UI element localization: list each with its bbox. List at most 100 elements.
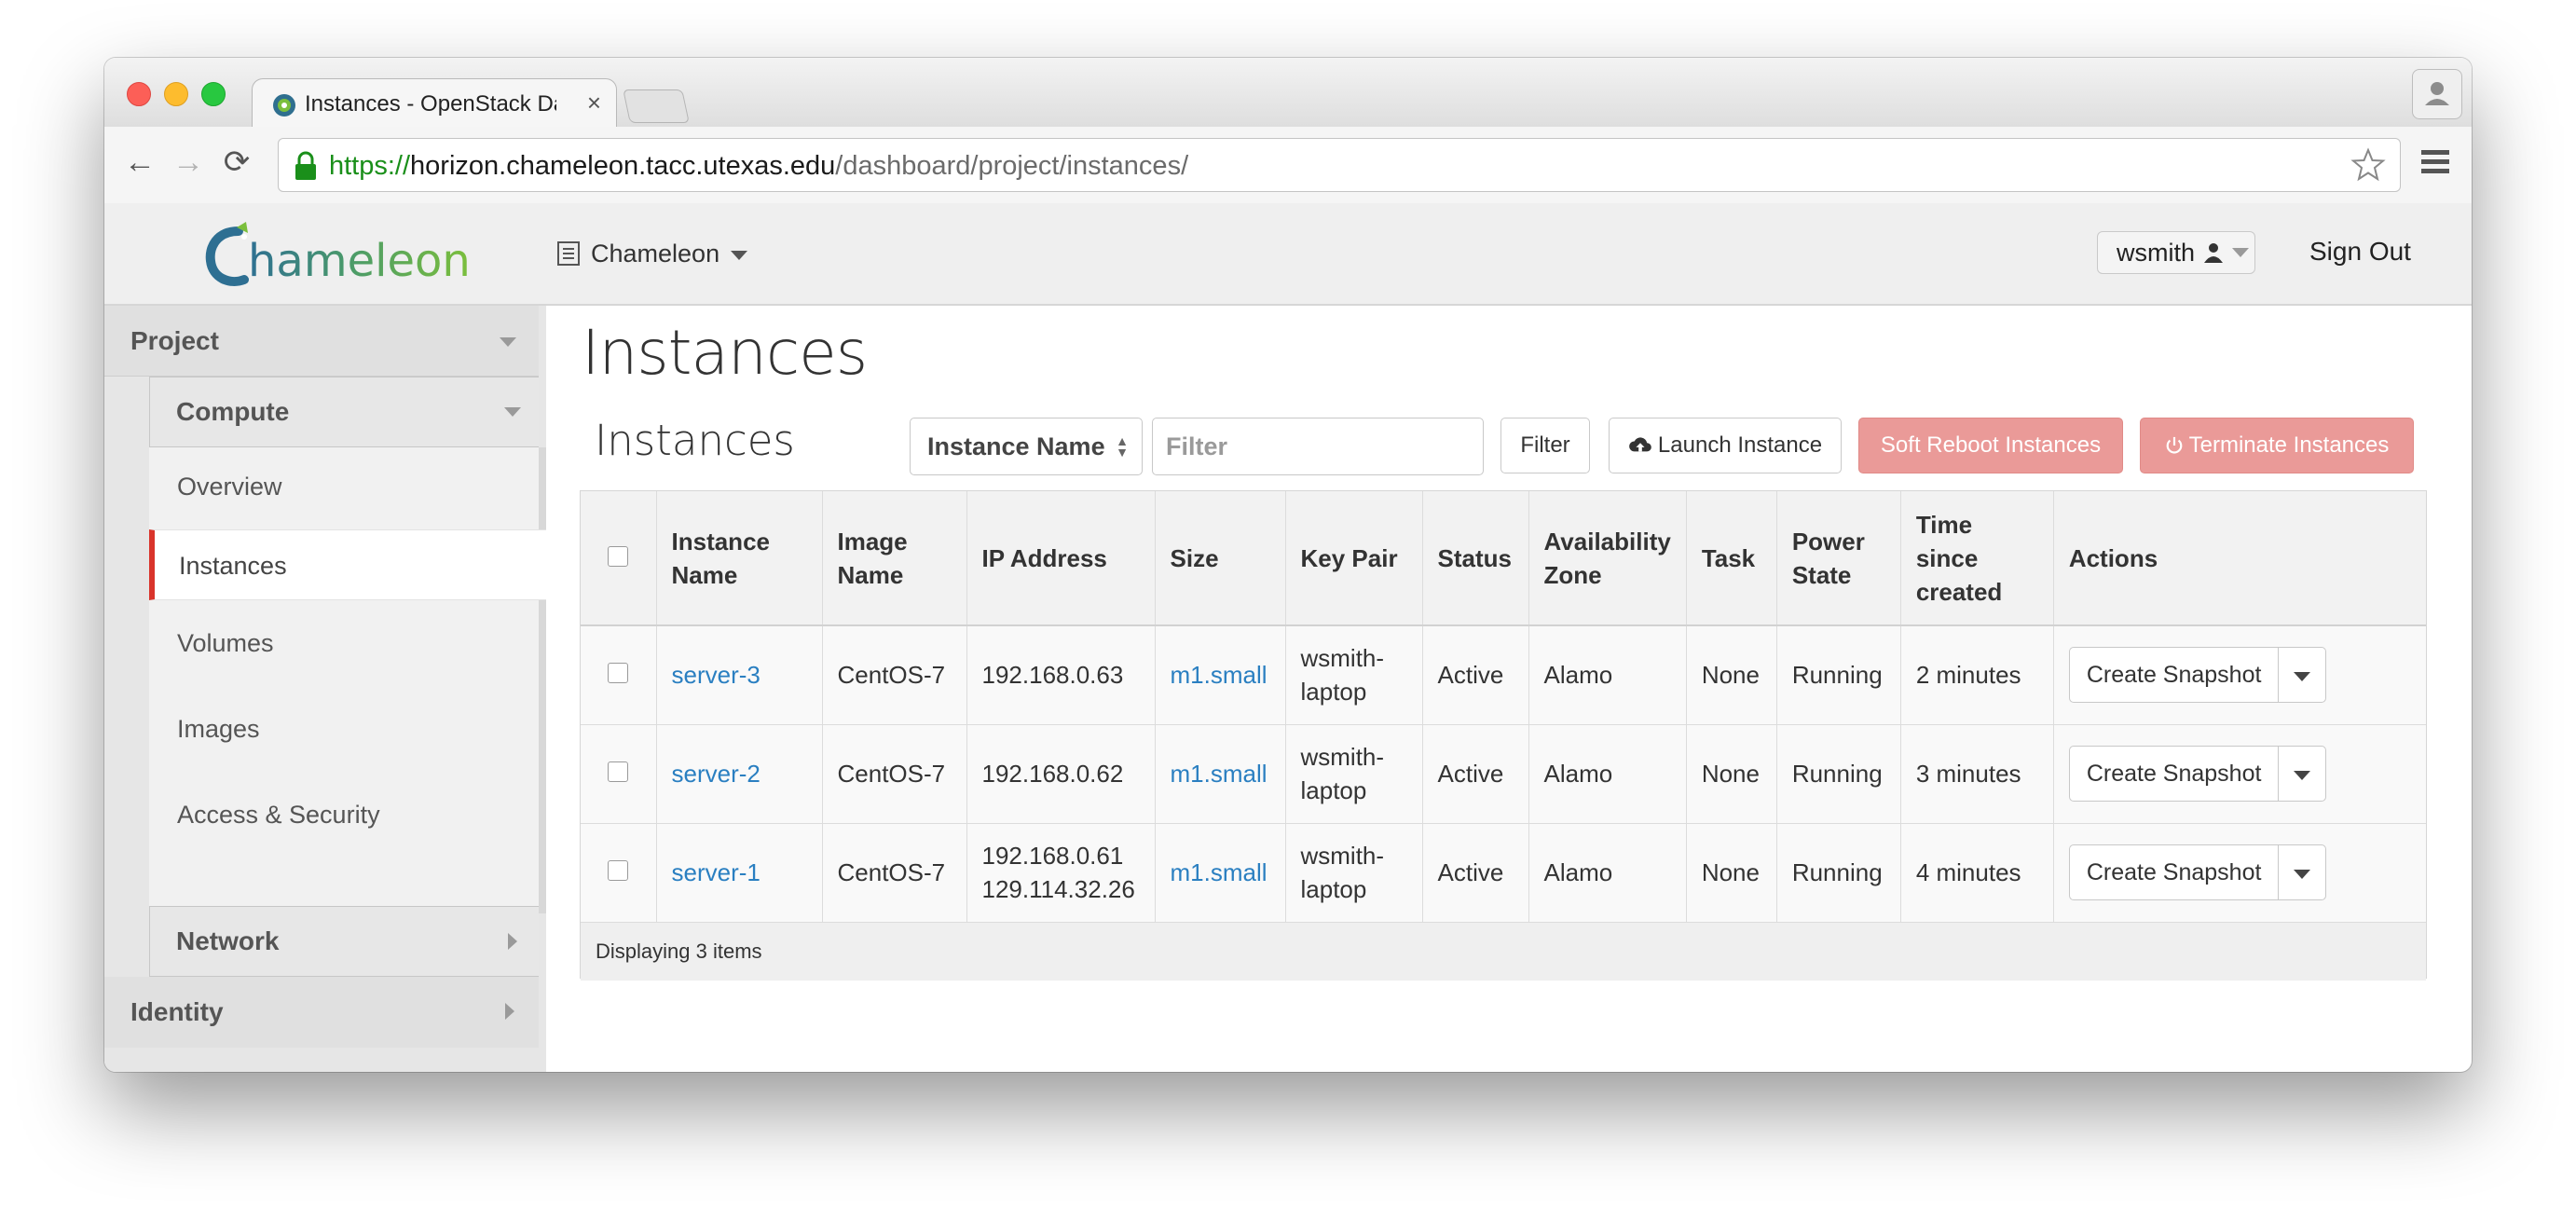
- sidebar-item-instances[interactable]: Instances: [149, 529, 546, 600]
- filter-input[interactable]: [1152, 418, 1484, 475]
- ip-address-cell: 192.168.0.61 129.114.32.26: [966, 823, 1156, 922]
- image-name-cell: CentOS-7: [822, 823, 967, 922]
- sidebar-section-project[interactable]: Project: [104, 306, 539, 377]
- sidebar-item-access-security[interactable]: Access & Security: [149, 779, 539, 850]
- image-name-cell: CentOS-7: [822, 724, 967, 823]
- floating-ip-address: 129.114.32.26: [981, 875, 1135, 903]
- col-status[interactable]: Status: [1422, 491, 1529, 626]
- actions-cell: Create Snapshot: [2053, 625, 2426, 724]
- browser-toolbar: ← → ⟳ https://horizon.chameleon.tacc.ute…: [104, 127, 2472, 204]
- col-key-pair[interactable]: Key Pair: [1285, 491, 1423, 626]
- select-all-cell: [581, 491, 657, 626]
- terminate-instances-label: Terminate Instances: [2188, 432, 2390, 458]
- user-name: wsmith: [2117, 238, 2196, 267]
- sidebar-group-label: Compute: [176, 397, 290, 426]
- sign-out-link[interactable]: Sign Out: [2309, 237, 2411, 267]
- col-power-state[interactable]: Power State: [1776, 491, 1901, 626]
- row-checkbox[interactable]: [608, 663, 629, 684]
- power-state-cell: Running: [1776, 823, 1901, 922]
- key-pair-cell: wsmith-laptop: [1285, 823, 1423, 922]
- col-size[interactable]: Size: [1155, 491, 1286, 626]
- key-pair-cell: wsmith-laptop: [1285, 724, 1423, 823]
- sidebar-item-overview[interactable]: Overview: [149, 451, 539, 522]
- power-state-cell: Running: [1776, 724, 1901, 823]
- key-pair-cell: wsmith-laptop: [1285, 625, 1423, 724]
- filter-button-label: Filter: [1520, 432, 1570, 458]
- ip-address: 192.168.0.62: [981, 760, 1124, 788]
- project-switcher[interactable]: Chameleon: [557, 237, 748, 270]
- zone-cell: Alamo: [1528, 724, 1687, 823]
- url-host: horizon.chameleon.tacc.utexas.edu: [410, 151, 836, 181]
- page-title: Instances: [582, 317, 868, 389]
- project-name: Chameleon: [591, 239, 720, 268]
- launch-instance-button[interactable]: Launch Instance: [1609, 418, 1842, 473]
- select-all-checkbox[interactable]: [608, 545, 629, 567]
- chevron-right-icon: [505, 1003, 514, 1020]
- create-snapshot-button[interactable]: Create Snapshot: [2070, 648, 2279, 702]
- profile-button[interactable]: [2412, 69, 2462, 119]
- size-link[interactable]: m1.small: [1171, 760, 1267, 788]
- status-cell: Active: [1422, 823, 1529, 922]
- sidebar-item-images[interactable]: Images: [149, 693, 539, 764]
- maximize-window-button[interactable]: [201, 82, 226, 106]
- create-snapshot-split-button: Create Snapshot: [2068, 647, 2327, 704]
- sidebar: Project Compute Overview Instances Volum…: [104, 306, 546, 1072]
- bookmark-star-icon[interactable]: [2350, 146, 2387, 184]
- size-link[interactable]: m1.small: [1171, 858, 1267, 886]
- power-icon: [2166, 436, 2182, 454]
- terminate-instances-button[interactable]: Terminate Instances: [2140, 418, 2414, 473]
- soft-reboot-button[interactable]: Soft Reboot Instances: [1858, 418, 2123, 473]
- close-window-button[interactable]: [127, 82, 151, 106]
- table-header-row: Instance Name Image Name IP Address Size…: [581, 491, 2426, 626]
- url-text: https://horizon.chameleon.tacc.utexas.ed…: [329, 151, 1188, 182]
- instance-name-link[interactable]: server-2: [672, 760, 760, 788]
- project-list-icon: [557, 241, 580, 266]
- create-snapshot-button[interactable]: Create Snapshot: [2070, 845, 2279, 899]
- menu-icon[interactable]: [2419, 147, 2451, 177]
- address-bar[interactable]: https://horizon.chameleon.tacc.utexas.ed…: [278, 138, 2401, 192]
- chameleon-logo[interactable]: hameleon: [203, 220, 473, 291]
- sidebar-item-volumes[interactable]: Volumes: [149, 608, 539, 679]
- sidebar-group-compute[interactable]: Compute: [149, 377, 539, 447]
- col-task[interactable]: Task: [1686, 491, 1777, 626]
- back-button[interactable]: ←: [121, 144, 158, 181]
- instance-name-link[interactable]: server-3: [672, 661, 760, 689]
- minimize-window-button[interactable]: [164, 82, 188, 106]
- size-link[interactable]: m1.small: [1171, 661, 1267, 689]
- browser-tab-active[interactable]: Instances - OpenStack Das ×: [252, 78, 617, 128]
- instance-name-link[interactable]: server-1: [672, 858, 760, 886]
- col-availability-zone[interactable]: Availability Zone: [1528, 491, 1687, 626]
- user-icon: [2204, 243, 2224, 263]
- chevron-down-icon: [731, 249, 748, 260]
- filter-button[interactable]: Filter: [1500, 418, 1590, 473]
- ip-address: 192.168.0.63: [981, 661, 1124, 690]
- launch-instance-label: Launch Instance: [1657, 432, 1823, 458]
- chevron-down-icon: [2232, 248, 2250, 257]
- more-actions-dropdown[interactable]: [2278, 845, 2325, 899]
- time-since-created-cell: 2 minutes: [1900, 625, 2054, 724]
- forward-button[interactable]: →: [170, 144, 207, 181]
- new-tab-button[interactable]: [623, 89, 690, 123]
- more-actions-dropdown[interactable]: [2278, 747, 2325, 801]
- sidebar-section-identity[interactable]: Identity: [104, 977, 539, 1048]
- soft-reboot-label: Soft Reboot Instances: [1880, 432, 2102, 458]
- task-cell: None: [1686, 823, 1777, 922]
- filter-field-select[interactable]: Instance Name ▲ ▼: [910, 418, 1143, 475]
- col-instance-name[interactable]: Instance Name: [656, 491, 823, 626]
- create-snapshot-button[interactable]: Create Snapshot: [2070, 747, 2279, 801]
- row-checkbox[interactable]: [608, 860, 629, 881]
- tab-title: Instances - OpenStack Das: [305, 91, 556, 117]
- user-menu[interactable]: wsmith: [2097, 231, 2255, 274]
- sidebar-rail: [539, 447, 546, 913]
- col-ip-address[interactable]: IP Address: [966, 491, 1156, 626]
- tab-close-icon[interactable]: ×: [587, 89, 601, 117]
- row-select-cell: [581, 823, 657, 922]
- more-actions-dropdown[interactable]: [2278, 648, 2325, 703]
- row-select-cell: [581, 724, 657, 823]
- col-time-since-created[interactable]: Time since created: [1900, 491, 2054, 626]
- sidebar-group-network[interactable]: Network: [149, 906, 539, 977]
- table-row: server-1 CentOS-7 192.168.0.61 129.114.3…: [581, 823, 2426, 922]
- col-image-name[interactable]: Image Name: [822, 491, 967, 626]
- reload-button[interactable]: ⟳: [218, 144, 255, 181]
- row-checkbox[interactable]: [608, 761, 629, 782]
